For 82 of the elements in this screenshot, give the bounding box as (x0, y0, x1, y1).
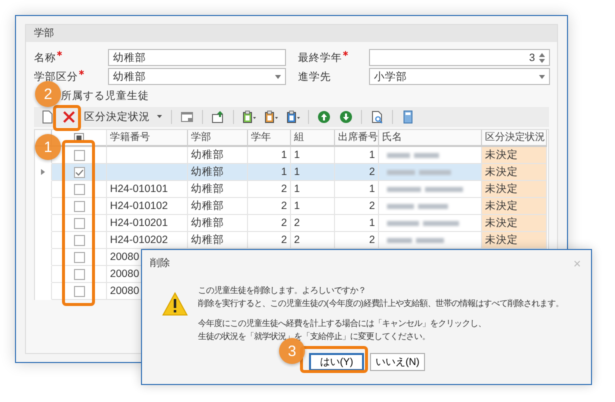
clipboard-icon[interactable] (286, 110, 300, 124)
column-header[interactable]: 学年 (248, 130, 291, 147)
field-label: 進学先 (298, 70, 331, 82)
table-cell: 幼稚部 (188, 198, 248, 215)
export-icon[interactable] (211, 110, 225, 124)
column-header[interactable]: 学籍番号 (107, 130, 188, 147)
clipboard-icon[interactable] (242, 110, 256, 124)
table-cell: 1 (248, 164, 291, 181)
table-cell: 2 (248, 181, 291, 198)
number-field[interactable]: 3 (369, 49, 550, 66)
column-header[interactable]: 氏名 (379, 130, 482, 147)
column-header[interactable]: 区分決定状況 (482, 130, 547, 147)
warning-icon (162, 292, 188, 316)
dropdown-field[interactable]: 幼稚部 (108, 68, 286, 85)
table-cell: 幼稚部 (188, 215, 248, 232)
dropdown-field[interactable]: 小学部 (369, 68, 550, 85)
table-cell: H24-010201 (107, 215, 188, 232)
table-cell: 幼稚部 (188, 181, 248, 198)
row-checkbox[interactable] (74, 200, 84, 212)
table-cell: 2 (335, 198, 379, 215)
section-title: 所属する児童生徒 (61, 90, 149, 103)
message-text: この児童生徒を削除します。よろしいですか？ 削除を実行すると、この児童生徒の(今年度の)経費計上や支給額、世帯の情報はすべて削除されます。 (198, 284, 564, 309)
table-cell: 1 (335, 181, 379, 198)
table-cell: 1 (291, 181, 335, 198)
row-checkbox[interactable] (74, 286, 84, 296)
column-header[interactable]: 出席番号 (335, 130, 379, 147)
row-checkbox[interactable] (74, 166, 84, 178)
table-cell: 2 (248, 198, 291, 215)
row-checkbox[interactable] (74, 150, 84, 160)
status-dropdown[interactable]: 区分決定状況 (84, 110, 150, 124)
status-cell: 未決定 (482, 198, 547, 215)
clipboard-icon[interactable] (264, 110, 278, 124)
row-checkbox[interactable] (74, 268, 84, 280)
table-cell: 2 (248, 215, 291, 232)
status-cell: 未決定 (482, 147, 547, 164)
field-label: 学部区分 (34, 70, 78, 82)
row-checkbox[interactable] (74, 234, 84, 246)
caret-icon (539, 74, 545, 78)
window-icon[interactable] (180, 110, 194, 124)
no-button[interactable]: いいえ(N) (370, 353, 425, 371)
table-cell: 2 (291, 232, 335, 249)
highlight-frame (53, 105, 81, 131)
preview-icon[interactable] (370, 110, 384, 124)
table-cell: H24-010202 (107, 232, 188, 249)
table-cell: 1 (335, 147, 379, 164)
arrow-up-icon[interactable] (317, 110, 331, 124)
field-label: 名称 (34, 52, 56, 64)
spinner-icon[interactable] (539, 52, 545, 64)
new-document-icon[interactable] (40, 110, 54, 124)
column-header[interactable]: 学部 (188, 130, 248, 147)
table-cell: 幼稚部 (188, 147, 248, 164)
caret-icon (275, 74, 281, 78)
table-cell: 幼稚部 (188, 164, 248, 181)
table-cell: 2 (291, 215, 335, 232)
table-cell: 幼稚部 (188, 232, 248, 249)
arrow-down-icon[interactable] (339, 110, 353, 124)
delete-icon[interactable] (62, 110, 76, 124)
table-cell: 1 (291, 147, 335, 164)
panel-title: 学部 (34, 28, 54, 39)
field-label: 最終学年 (298, 52, 342, 64)
row-checkbox[interactable] (74, 218, 84, 228)
status-cell: 未決定 (482, 215, 547, 232)
table-cell: 1 (291, 198, 335, 215)
row-pointer-icon (41, 169, 45, 175)
table-cell: H24-010102 (107, 198, 188, 215)
table-cell: 1 (248, 147, 291, 164)
table-cell: 1 (291, 164, 335, 181)
yes-button[interactable]: はい(Y) (309, 353, 364, 371)
calculator-icon[interactable] (401, 110, 415, 124)
status-cell: 未決定 (482, 232, 547, 249)
status-cell: 未決定 (482, 181, 547, 198)
table-cell: H24-010101 (107, 181, 188, 198)
table-cell: 1 (335, 215, 379, 232)
check-icon (74, 168, 84, 176)
column-header[interactable]: 組 (291, 130, 335, 147)
row-checkbox[interactable] (74, 252, 84, 262)
row-checkbox[interactable] (74, 184, 84, 194)
status-cell: 未決定 (482, 164, 547, 181)
table-cell: 2 (335, 164, 379, 181)
table-cell: 2 (248, 232, 291, 249)
table-cell: 2 (335, 232, 379, 249)
text-field[interactable]: 幼稚部 (108, 49, 286, 66)
